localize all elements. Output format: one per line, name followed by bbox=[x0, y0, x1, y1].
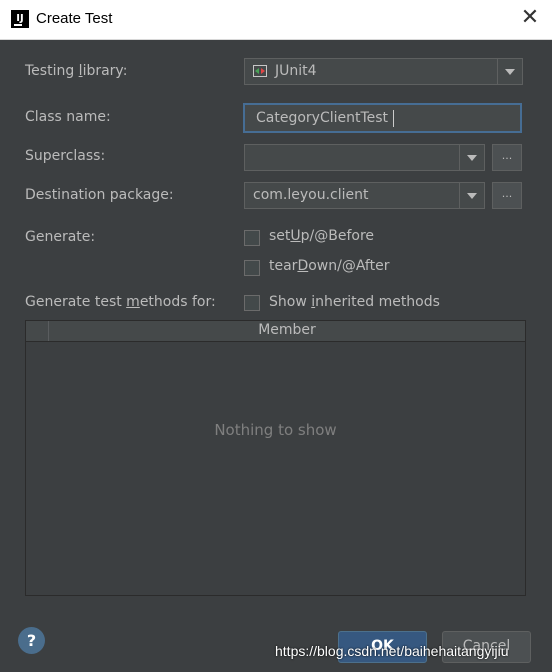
destination-package-select[interactable]: com.leyou.client bbox=[244, 182, 485, 209]
superclass-label: Superclass: bbox=[25, 148, 106, 164]
junit-icon bbox=[253, 65, 267, 77]
chevron-down-icon[interactable] bbox=[459, 145, 484, 170]
destination-package-browse-button[interactable]: ... bbox=[492, 182, 522, 209]
chevron-down-icon[interactable] bbox=[497, 59, 522, 84]
generate-label: Generate: bbox=[25, 229, 96, 245]
superclass-select[interactable] bbox=[244, 144, 485, 171]
select-all-column[interactable] bbox=[26, 321, 49, 341]
superclass-browse-button[interactable]: ... bbox=[492, 144, 522, 171]
watermark-text: https://blog.csdn.net/baihehaitangyijiu bbox=[275, 643, 509, 659]
empty-state-text: Nothing to show bbox=[214, 421, 337, 439]
help-icon[interactable]: ? bbox=[18, 627, 45, 654]
destination-package-value: com.leyou.client bbox=[253, 187, 369, 203]
intellij-app-icon: IJ bbox=[11, 10, 29, 28]
text-caret bbox=[393, 110, 394, 127]
testing-library-value: JUnit4 bbox=[275, 63, 317, 79]
title-bar: IJ Create Test ✕ bbox=[0, 0, 552, 40]
show-inherited-checkbox[interactable] bbox=[244, 295, 260, 311]
teardown-checkbox[interactable] bbox=[244, 260, 260, 276]
chevron-down-icon[interactable] bbox=[459, 183, 484, 208]
members-table[interactable]: Member Nothing to show bbox=[25, 320, 526, 596]
table-header: Member bbox=[26, 321, 525, 342]
class-name-input[interactable]: CategoryClientTest bbox=[243, 103, 522, 133]
generate-methods-label: Generate test methods for: bbox=[25, 294, 216, 310]
testing-library-select[interactable]: JUnit4 bbox=[244, 58, 523, 85]
setup-checkbox[interactable] bbox=[244, 230, 260, 246]
window-title: Create Test bbox=[36, 10, 113, 27]
class-name-value: CategoryClientTest bbox=[256, 110, 389, 126]
show-inherited-label[interactable]: Show inherited methods bbox=[269, 294, 440, 310]
teardown-label[interactable]: tearDown/@After bbox=[269, 258, 389, 274]
member-column-header[interactable]: Member bbox=[49, 322, 525, 338]
destination-package-label: Destination package: bbox=[25, 187, 174, 203]
setup-label[interactable]: setUp/@Before bbox=[269, 228, 374, 244]
testing-library-label: Testing library: bbox=[25, 63, 128, 79]
class-name-label: Class name: bbox=[25, 109, 111, 125]
close-icon[interactable]: ✕ bbox=[518, 6, 542, 30]
